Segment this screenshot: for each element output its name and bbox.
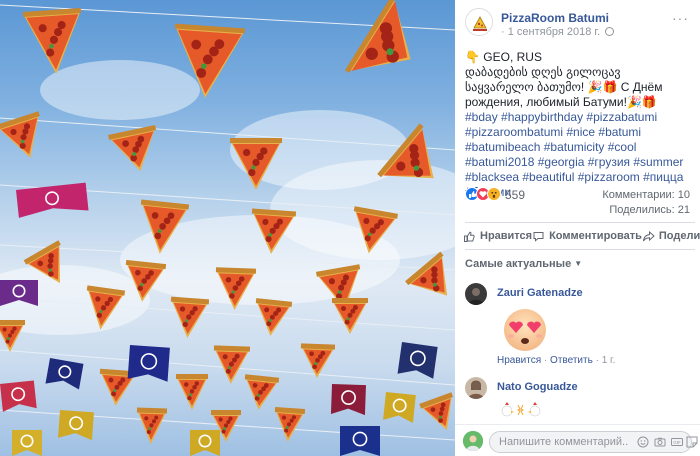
comment-button-label: Комментировать xyxy=(549,230,642,242)
comment-button[interactable]: Комментировать xyxy=(532,228,642,244)
post-header: PizzaRoom Batumi · 1 сентября 2018 г. ··… xyxy=(465,8,695,42)
current-user-avatar[interactable] xyxy=(463,431,483,451)
smiley-icon[interactable] xyxy=(637,436,649,448)
comment-bubble-icon xyxy=(533,231,544,242)
link-separator: · xyxy=(595,355,599,366)
pizza-slice-flag xyxy=(405,251,448,296)
share-arrow-icon xyxy=(642,230,655,241)
post-photo[interactable] xyxy=(0,0,455,456)
pizza-slice-flag xyxy=(213,345,251,384)
pizza-slice-flag xyxy=(136,407,168,444)
pennant-flag xyxy=(340,426,380,456)
more-options-icon[interactable]: ··· xyxy=(672,10,689,26)
pennant-flag xyxy=(0,380,37,412)
comment-item: Zauri Gatenadze Нравится · Ответить · 1 … xyxy=(465,283,693,373)
post-side-panel: PizzaRoom Batumi · 1 сентября 2018 г. ··… xyxy=(455,0,700,456)
chicken-sticker xyxy=(497,399,553,424)
commenter-name[interactable]: Zauri Gatenadze xyxy=(497,287,583,299)
pizza-slice-flag xyxy=(0,320,25,352)
camera-icon[interactable] xyxy=(654,436,666,448)
pizza-slice-flag xyxy=(0,111,40,159)
page-name-link[interactable]: PizzaRoom Batumi xyxy=(501,11,609,25)
post-text-line-1: 👇 GEO, RUS xyxy=(465,50,542,64)
caret-down-icon: ▼ xyxy=(574,259,583,268)
link-separator: · xyxy=(543,355,548,366)
pizza-slice-flag xyxy=(274,406,306,442)
pennant-flag xyxy=(330,384,366,416)
commenter-avatar[interactable] xyxy=(465,377,487,399)
pizza-slice-flag xyxy=(170,296,210,338)
comment-sort-dropdown[interactable]: Самые актуальные ▼ xyxy=(465,258,582,270)
thumbs-up-icon xyxy=(464,231,475,242)
post-date-link[interactable]: 1 сентября 2018 г. xyxy=(508,26,600,38)
reaction-count[interactable]: 559 xyxy=(505,188,525,202)
like-button-label: Нравится xyxy=(480,230,533,242)
pizza-slice-flag xyxy=(108,125,157,172)
cloud xyxy=(40,60,200,120)
share-button-label: Поделиться xyxy=(658,230,700,242)
comments-count-link[interactable]: Комментарии: 10 xyxy=(602,188,690,203)
globe-icon xyxy=(605,27,615,36)
heart-eyes-emoji-sticker xyxy=(497,305,553,356)
pennant-flag xyxy=(383,392,416,423)
post-meta: · 1 сентября 2018 г. xyxy=(501,26,615,38)
pizza-slice-flag xyxy=(176,374,208,410)
sticker-icon[interactable] xyxy=(686,436,698,448)
post-text-line-2: დაბადების დღეს გილოცავ საყვარელო ბათუმო!… xyxy=(465,65,663,109)
pizza-slice-flag xyxy=(332,298,368,334)
pizzaroom-logo-icon xyxy=(466,9,492,35)
commenter-name[interactable]: Nato Goguadze xyxy=(497,381,578,393)
post-message: 👇 GEO, RUS დაბადების დღეს გილოცავ საყვარ… xyxy=(465,50,690,200)
post-stats: Комментарии: 10 Поделились: 21 xyxy=(602,188,690,218)
comment-reply-link[interactable]: Ответить xyxy=(550,355,593,366)
meta-separator: · xyxy=(501,26,505,38)
divider xyxy=(465,222,695,223)
like-button[interactable]: Нравится xyxy=(463,228,532,244)
pennant-flag xyxy=(397,342,438,379)
pennant-flag xyxy=(16,182,89,218)
pizza-slice-flag xyxy=(344,0,411,73)
sort-label: Самые актуальные xyxy=(465,258,572,270)
wow-reaction-icon[interactable] xyxy=(487,187,501,201)
pennant-flag xyxy=(190,430,220,456)
comment-item: Nato Goguadze xyxy=(465,377,693,427)
commenter-avatar[interactable] xyxy=(465,283,487,305)
svg-text:GIF: GIF xyxy=(673,440,681,445)
page-avatar[interactable] xyxy=(465,8,493,36)
comment-composer: GIF xyxy=(455,424,700,456)
pennant-flag xyxy=(45,358,84,390)
pennant-flag xyxy=(12,430,42,456)
divider xyxy=(465,249,695,250)
shares-count-link[interactable]: Поделились: 21 xyxy=(602,203,690,218)
post-actions: Нравится Комментировать Поделиться xyxy=(463,228,700,244)
comment-actions: Нравится · Ответить · 1 г. xyxy=(497,355,615,366)
comment-age[interactable]: 1 г. xyxy=(602,355,616,366)
gif-icon[interactable]: GIF xyxy=(671,436,683,448)
pennant-flag xyxy=(127,345,170,382)
pizza-slice-flag xyxy=(419,392,454,431)
share-button[interactable]: Поделиться xyxy=(642,228,700,244)
reactions-bar: 559 Комментарии: 10 Поделились: 21 xyxy=(465,187,693,216)
pizza-slice-flag xyxy=(244,374,280,410)
pennant-flag xyxy=(58,410,94,441)
pizza-bunting-photo xyxy=(0,0,455,456)
comment-like-link[interactable]: Нравится xyxy=(497,355,541,366)
